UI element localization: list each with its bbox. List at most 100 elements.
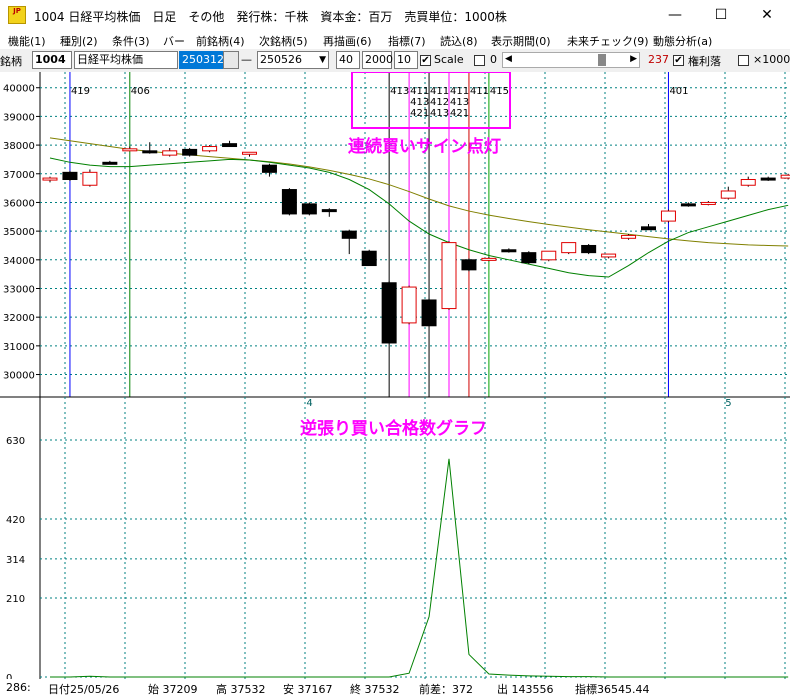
zero-checkbox[interactable] — [474, 55, 485, 66]
menu-item-3[interactable]: バー — [163, 33, 185, 49]
count-y-tick-label: 314 — [6, 555, 25, 566]
app-icon: JP — [8, 6, 26, 24]
close-button[interactable]: ✕ — [744, 0, 790, 31]
signal-label: 413 — [450, 97, 469, 108]
param1-input[interactable]: 40 — [336, 51, 360, 69]
candle-down — [461, 259, 477, 271]
candle-down — [641, 226, 656, 231]
candle-up — [541, 250, 557, 261]
slider-thumb[interactable] — [598, 54, 606, 66]
kenri-label: 権利落 — [688, 55, 721, 68]
candle-down — [381, 282, 397, 344]
candle-up — [700, 201, 716, 205]
menu-item-1[interactable]: 種別(2) — [60, 33, 98, 49]
menu-item-4[interactable]: 前銘柄(4) — [196, 33, 245, 49]
candle-up — [601, 253, 617, 258]
menu-item-9[interactable]: 表示期間(0) — [491, 33, 551, 49]
menu-item-10[interactable]: 未来チェック(9) — [567, 33, 649, 49]
candle-down — [102, 161, 118, 165]
window-title: 1004 日経平均株価 日足 その他 発行株：千株 資本金：百万 売買単位：10… — [34, 10, 507, 24]
price-y-tick-label: 30000 — [3, 371, 35, 382]
signal-annotation: 連続買いサイン点灯 — [348, 136, 501, 157]
candle-down — [521, 252, 537, 264]
zero-label: 0 — [490, 53, 497, 66]
scale-checkbox[interactable]: ✔ — [420, 55, 431, 66]
count-chart-title: 逆張り買い合格数グラフ — [300, 418, 487, 439]
date-from-spacer — [223, 51, 239, 69]
signal-label: 411 — [410, 86, 429, 97]
price-y-tick-label: 31000 — [3, 342, 35, 353]
candle-up — [561, 242, 577, 254]
x-tick-label: 5 — [725, 398, 731, 409]
candle-down — [261, 164, 277, 173]
param3-input[interactable]: 10 — [394, 51, 418, 69]
code-label: 銘柄 — [0, 55, 22, 68]
menu-item-11[interactable]: 動態分析(a) — [653, 33, 712, 49]
candle-down — [680, 203, 696, 207]
slider-right-icon[interactable]: ▶ — [630, 54, 637, 64]
x1000-checkbox[interactable] — [738, 55, 749, 66]
scale-label: Scale — [434, 53, 464, 66]
menu-item-8[interactable]: 読込(8) — [440, 33, 478, 49]
count-chart: 6304203142100逆張り買い合格数グラフ — [6, 397, 790, 684]
price-y-tick-label: 36000 — [3, 198, 35, 209]
candle-down — [760, 177, 776, 181]
status-low: 安 37167 — [283, 683, 333, 696]
date-to-select[interactable]: 250526 ▼ — [257, 51, 329, 69]
kenri-checkbox[interactable]: ✔ — [673, 55, 684, 66]
signal-label: 419 — [71, 86, 90, 97]
candle-up — [242, 151, 257, 155]
signal-label: 406 — [131, 86, 150, 97]
minimize-button[interactable]: — — [652, 0, 698, 31]
signal-label: 413 — [410, 97, 429, 108]
menu-item-6[interactable]: 再描画(6) — [323, 33, 372, 49]
code-input[interactable]: 1004 — [32, 51, 72, 69]
count-y-tick-label: 210 — [6, 594, 25, 605]
date-from-input[interactable]: 250312 — [179, 51, 224, 69]
date-dash: — — [241, 53, 252, 66]
status-index: 指標36545.44 — [575, 683, 650, 696]
date-to-value: 250526 — [260, 53, 302, 66]
candle-up — [660, 210, 676, 222]
status-date: 日付25/05/26 — [48, 683, 120, 696]
slider-left-icon[interactable]: ◀ — [505, 54, 512, 64]
candle-down — [501, 249, 517, 253]
price-y-tick-label: 34000 — [3, 256, 35, 267]
status-close: 終 37532 — [350, 683, 400, 696]
candle-up — [122, 148, 138, 152]
menu-item-7[interactable]: 指標(7) — [388, 33, 426, 49]
chart-area: 40000 39000 38000 37000 36000 35000 34000 33000… — [0, 71, 790, 696]
toolbar: 銘柄 1004 日経平均株価 250312 — 250526 ▼ 40 2000… — [0, 49, 790, 72]
candle-up — [202, 146, 218, 152]
x1000-label: ×1000 — [753, 53, 790, 66]
param2-input[interactable]: 2000 — [362, 51, 393, 69]
candle-up — [42, 177, 58, 181]
candle-down — [361, 250, 377, 267]
count-y-tick-label: 420 — [6, 515, 25, 526]
status-volume: 出 143556 — [497, 683, 554, 696]
candle-down — [321, 209, 337, 213]
range-slider[interactable]: ◀ ▶ — [502, 52, 640, 68]
chart-canvas: 40000 39000 38000 37000 36000 35000 34000 33000… — [0, 71, 790, 684]
signal-label: 421 — [410, 108, 429, 119]
ma-short-line — [49, 157, 789, 278]
name-input[interactable]: 日経平均株価 — [74, 51, 178, 69]
candle-up — [720, 190, 736, 199]
candle-down — [182, 148, 198, 156]
price-y-tick-label: 37000 — [3, 170, 35, 181]
candle-up — [481, 257, 497, 261]
candle-up — [162, 150, 178, 156]
candle-down — [421, 299, 437, 327]
menu-item-0[interactable]: 機能(1) — [8, 33, 46, 49]
menu-item-5[interactable]: 次銘柄(5) — [259, 33, 308, 49]
count-y-tick-label: 630 — [6, 436, 25, 447]
menu-item-2[interactable]: 条件(3) — [112, 33, 150, 49]
candle-up — [780, 174, 790, 179]
signal-label: 411 — [450, 86, 469, 97]
price-y-tick-label: 38000 — [3, 141, 35, 152]
candle-up — [441, 242, 457, 310]
maximize-button[interactable]: ☐ — [698, 0, 744, 31]
menu-bar: 機能(1) 種別(2) 条件(3) バー 前銘柄(4) 次銘柄(5) 再描画(6) 指標(7)… — [0, 31, 790, 49]
count-value: 237 — [648, 53, 669, 66]
status-bar: 286: 日付25/05/26 始 37209 高 37532 安 37167 … — [0, 679, 790, 696]
